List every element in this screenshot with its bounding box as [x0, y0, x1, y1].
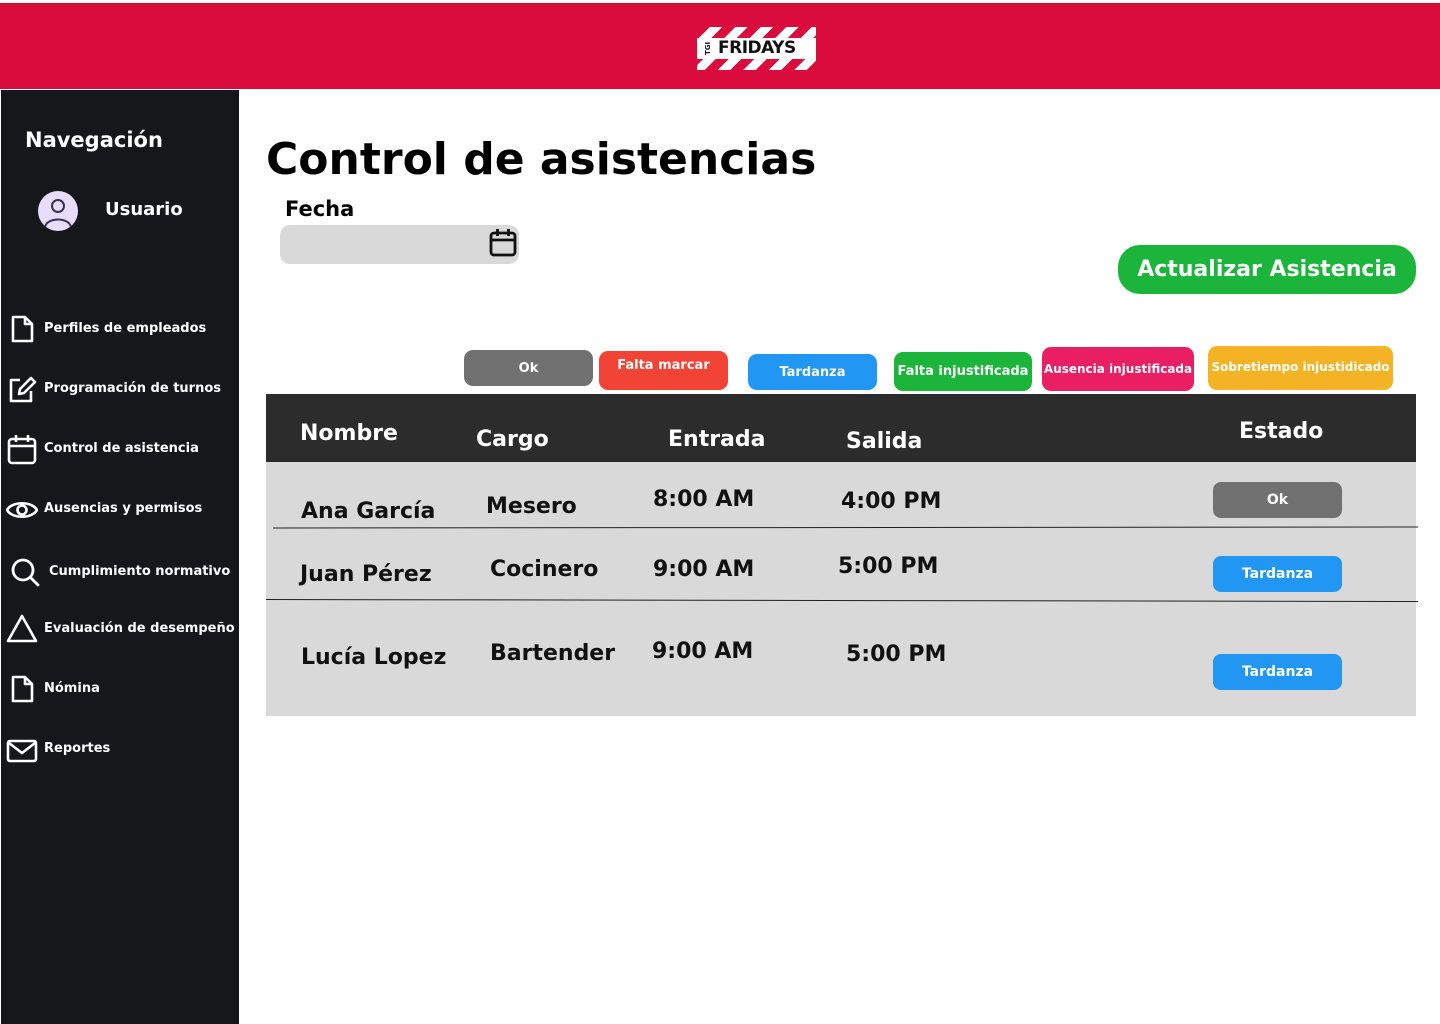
sidebar-item-nomina[interactable]: Nómina [0, 669, 238, 709]
column-header-cargo: Cargo [476, 427, 549, 452]
edit-icon [9, 376, 37, 403]
cell-entrada: 9:00 AM [652, 639, 754, 664]
cell-entrada: 9:00 AM [653, 557, 755, 582]
status-badge[interactable]: Tardanza [1213, 556, 1342, 592]
column-header-nombre: Nombre [300, 421, 398, 446]
page-title: Control de asistencias [266, 134, 817, 185]
column-header-entrada: Entrada [668, 427, 766, 452]
status-badge[interactable]: Tardanza [1213, 654, 1342, 690]
sidebar-item-label: Ausencias y permisos [44, 501, 203, 516]
sidebar-item-ausencias[interactable]: Ausencias y permisos [0, 489, 238, 529]
date-label: Fecha [285, 197, 355, 221]
sidebar-item-label: Reportes [44, 741, 111, 756]
cell-nombre: Ana García [301, 499, 436, 524]
sidebar-item-control[interactable]: Control de asistencia [0, 429, 238, 469]
legend-falta-injustificada: Falta injustificada [894, 352, 1032, 391]
cell-cargo: Mesero [486, 494, 577, 519]
document-icon [11, 675, 34, 703]
calendar-icon [7, 435, 37, 465]
sidebar-item-label: Control de asistencia [44, 441, 199, 456]
sidebar-item-label: Evaluación de desempeño [44, 621, 235, 636]
cell-entrada: 8:00 AM [653, 487, 755, 512]
sidebar-item-reportes[interactable]: Reportes [0, 729, 238, 769]
sidebar-item-evaluacion[interactable]: Evaluación de desempeño [0, 609, 238, 649]
sidebar-item-cumplimiento[interactable]: Cumplimiento normativo [0, 552, 238, 592]
search-icon [11, 558, 40, 587]
date-input[interactable] [280, 225, 519, 264]
cell-cargo: Bartender [490, 641, 616, 666]
cell-salida: 5:00 PM [846, 642, 947, 667]
sidebar-item-programacion[interactable]: Programación de turnos [0, 369, 238, 409]
cell-cargo: Cocinero [490, 557, 599, 582]
sidebar-item-label: Programación de turnos [44, 381, 222, 396]
fridays-logo[interactable]: TGI FRIDAYS [697, 27, 816, 70]
legend-falta-marcar: Falta marcar [599, 351, 728, 390]
legend-ok: Ok [464, 350, 593, 386]
column-header-salida: Salida [846, 429, 923, 454]
legend-ausencia-injustificada: Ausencia injustificada [1042, 347, 1194, 391]
legend-sobretiempo: Sobretiempo injustidicado [1208, 346, 1393, 390]
sidebar-item-label: Nómina [44, 681, 100, 696]
document-icon [11, 315, 34, 343]
update-attendance-button[interactable]: Actualizar Asistencia [1118, 245, 1416, 294]
sidebar-item-perfiles[interactable]: Perfiles de empleados [0, 309, 238, 349]
cell-salida: 5:00 PM [838, 554, 939, 579]
legend-tardanza: Tardanza [748, 354, 877, 390]
cell-salida: 4:00 PM [841, 489, 942, 514]
cell-nombre: Juan Pérez [300, 562, 432, 587]
eye-icon [6, 501, 38, 519]
mail-icon [6, 739, 38, 763]
sidebar-title: Navegación [25, 128, 163, 152]
logo-text: FRIDAYS [718, 38, 796, 58]
triangle-icon [6, 614, 38, 643]
status-badge[interactable]: Ok [1213, 482, 1342, 518]
logo-prefix: TGI [704, 41, 712, 56]
cell-nombre: Lucía Lopez [301, 645, 447, 670]
user-name[interactable]: Usuario [105, 199, 183, 220]
sidebar-item-label: Perfiles de empleados [44, 321, 207, 336]
sidebar-item-label: Cumplimiento normativo [49, 564, 231, 579]
avatar[interactable] [38, 191, 78, 231]
user-icon [44, 199, 72, 228]
calendar-icon[interactable] [488, 227, 518, 259]
column-header-estado: Estado [1239, 419, 1324, 444]
